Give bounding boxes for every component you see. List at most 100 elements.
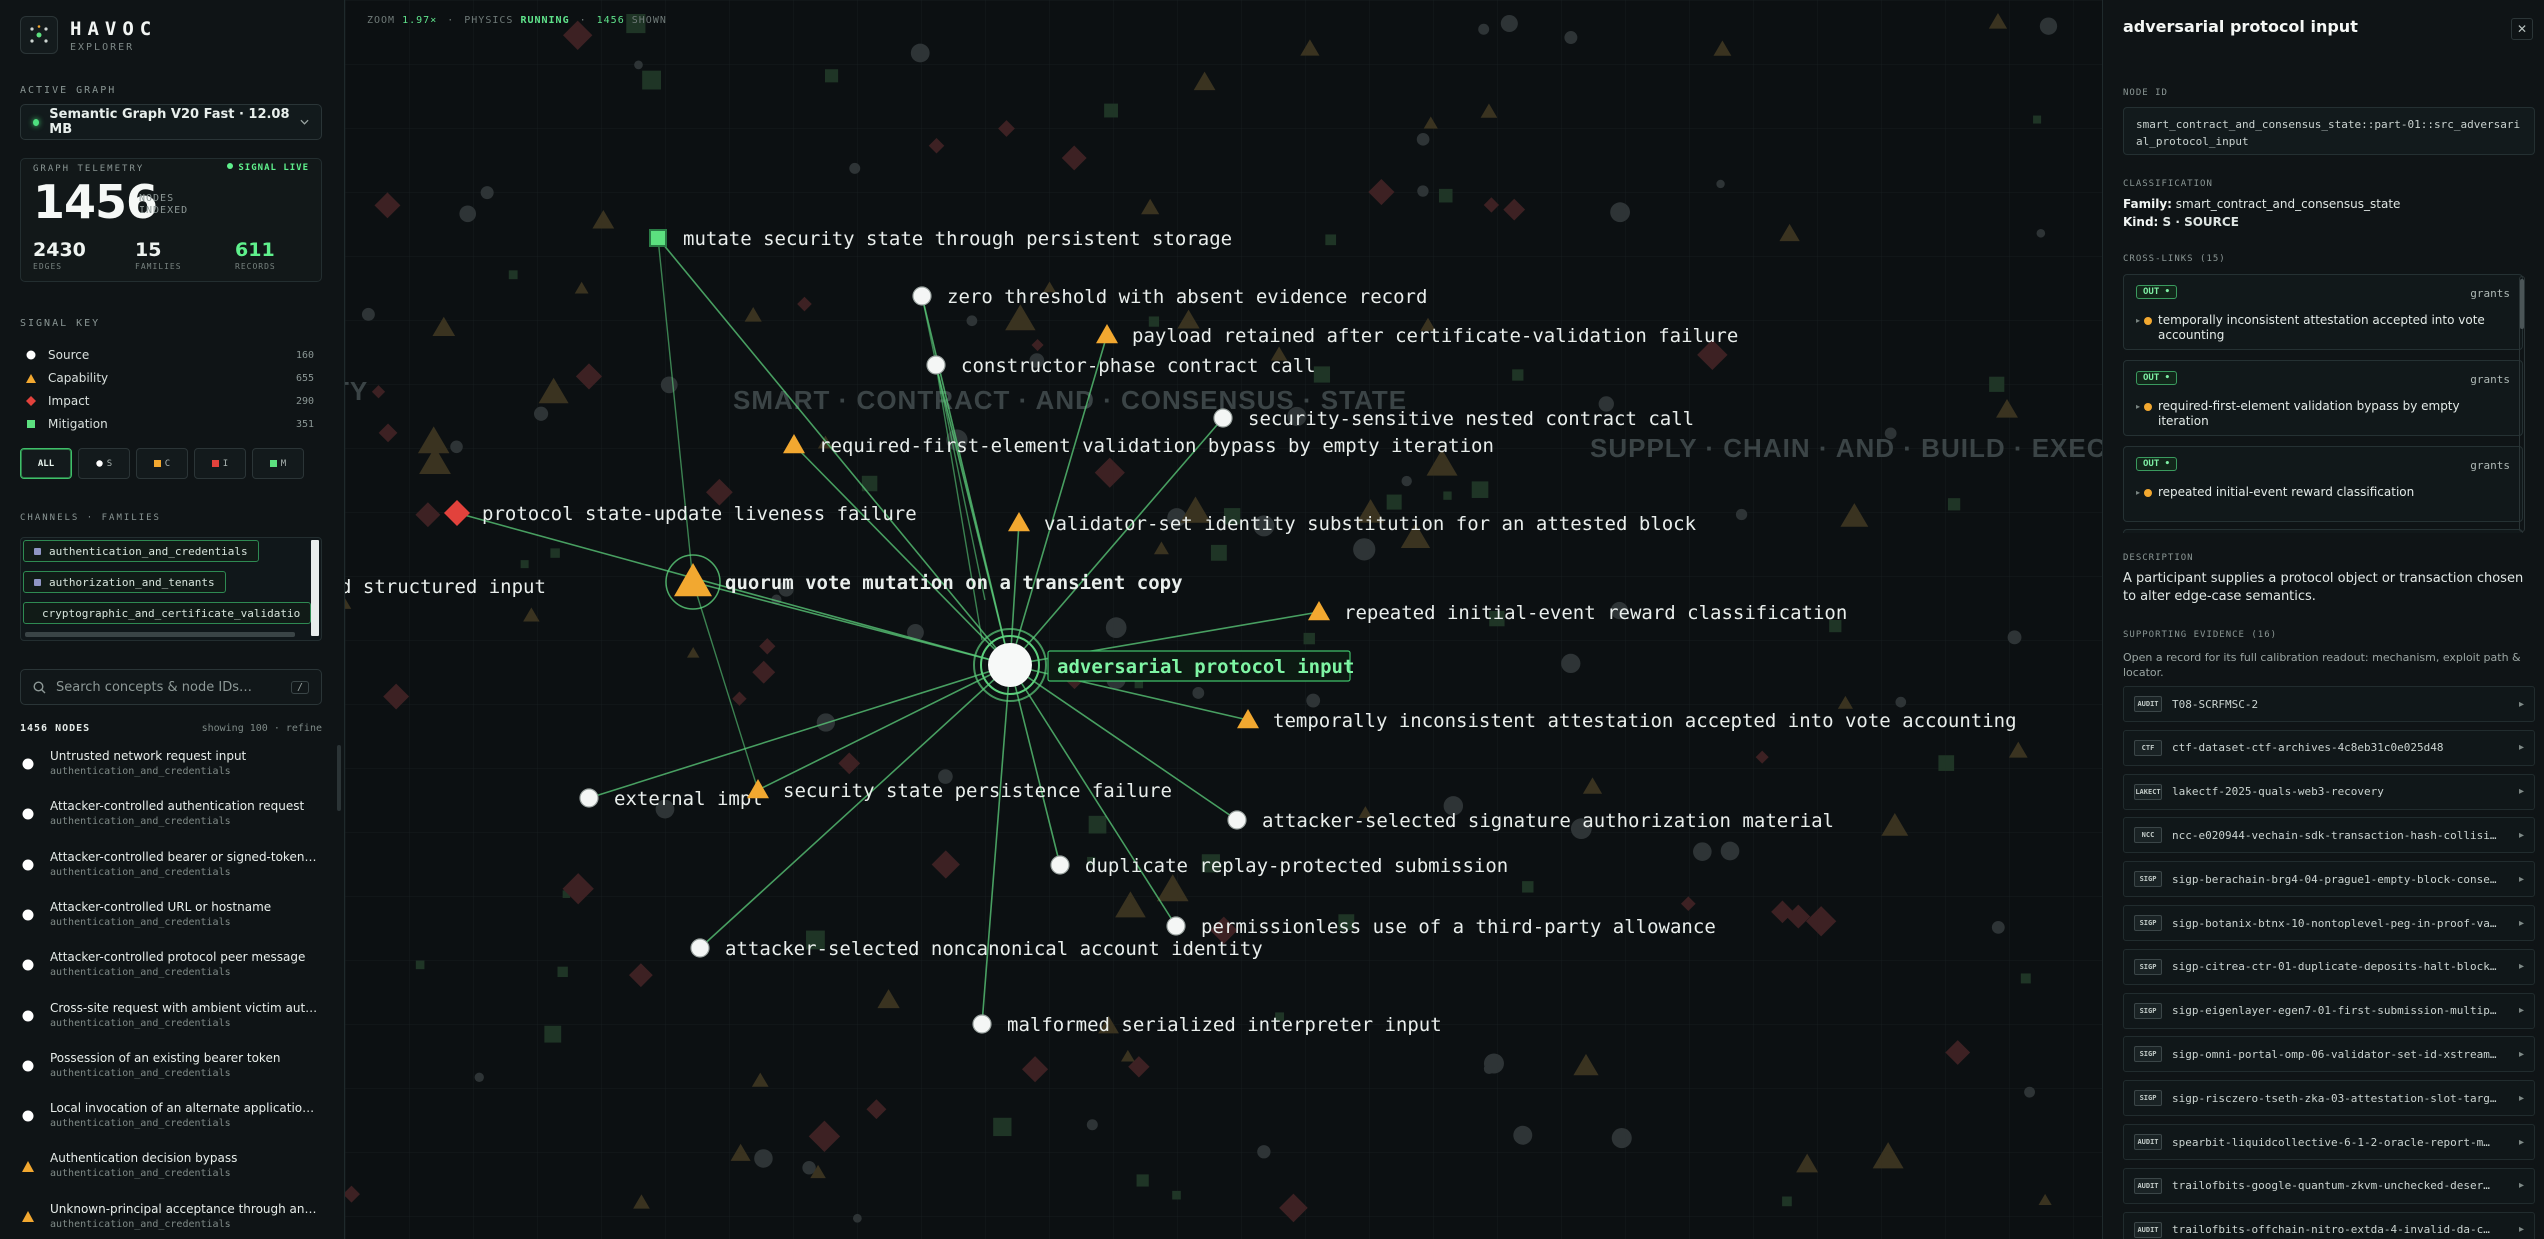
filter-mitigation-label: M <box>280 458 287 469</box>
filter-all-button[interactable]: ALL <box>20 448 72 479</box>
evidence-tag: AUDIT <box>2134 1177 2162 1194</box>
source-node[interactable] <box>1050 855 1070 875</box>
background-node <box>1306 693 1321 708</box>
source-node[interactable] <box>690 938 710 958</box>
crosslinks-scroll-thumb[interactable] <box>2520 279 2524 329</box>
signal-key-label: SIGNAL KEY <box>20 318 101 329</box>
node-label[interactable]: constructor-phase contract call <box>961 355 1316 377</box>
graph-select[interactable]: Semantic Graph V20 Fast · 12.08 MB <box>20 104 322 140</box>
node-list-item[interactable]: Attacker-controlled URL or hostname authe… <box>20 900 320 950</box>
node-list-item[interactable]: Untrusted network request input authentic… <box>20 749 320 799</box>
node-label[interactable]: validator-set identity substitution for … <box>1044 513 1697 535</box>
evidence-record[interactable]: AUDIT T08-SCRFMSC-2 ▸ <box>2123 686 2535 722</box>
key-impact[interactable]: Impact 290 <box>24 394 314 408</box>
channel-chip[interactable]: authorization_and_tenants <box>23 571 226 593</box>
node-list-item[interactable]: Attacker-controlled protocol peer messag… <box>20 950 320 1000</box>
crosslink-card[interactable]: OUT • grants ▸ required-first-element va… <box>2123 360 2523 436</box>
channel-chip[interactable]: authentication_and_credentials <box>23 540 259 562</box>
filter-source-button[interactable]: S <box>78 448 130 479</box>
background-node <box>1947 498 1961 511</box>
channels-scrollbar[interactable] <box>25 632 295 637</box>
source-node[interactable] <box>1166 916 1186 936</box>
key-mitigation[interactable]: Mitigation 351 <box>24 417 314 431</box>
node-list-item[interactable]: Local invocation of an alternate applica… <box>20 1101 320 1151</box>
selected-source-node[interactable] <box>988 643 1032 687</box>
channels-vscroll[interactable] <box>311 540 319 636</box>
key-capability[interactable]: Capability 655 <box>24 371 314 385</box>
node-label[interactable]: quorum vote mutation on a transient copy <box>725 572 1183 594</box>
close-button[interactable]: ✕ <box>2511 18 2533 40</box>
evidence-record[interactable]: CTF ctf-dataset-ctf-archives-4c8eb31c0e02… <box>2123 729 2535 766</box>
source-node[interactable] <box>926 355 946 375</box>
evidence-record[interactable]: AUDIT trailofbits-offchain-nitro-extda-4-… <box>2123 1211 2535 1239</box>
channel-swatch-icon <box>34 578 41 586</box>
node-list-showing[interactable]: showing 100 · refine <box>202 723 322 734</box>
evidence-record[interactable]: NCC ncc-e020944-vechain-sdk-transaction-h… <box>2123 817 2535 854</box>
source-node[interactable] <box>579 788 599 808</box>
node-label[interactable]: repeated initial-event reward classifica… <box>1344 602 1847 624</box>
evidence-record[interactable]: SIGP sigp-berachain-brg4-04-prague1-empty… <box>2123 861 2535 898</box>
background-node <box>1210 544 1227 561</box>
channel-chip[interactable]: cryptographic_and_certificate_validatio <box>23 602 311 624</box>
node-label[interactable]: temporally inconsistent attestation acce… <box>1273 710 2017 732</box>
evidence-record[interactable]: AUDIT spearbit-liquidcollective-6-1-2-ora… <box>2123 1124 2535 1160</box>
filter-impact-button[interactable]: I <box>194 448 246 479</box>
node-label[interactable]: external impl <box>614 788 763 810</box>
node-label[interactable]: mutate security state through persistent… <box>683 228 1232 250</box>
key-source[interactable]: Source 160 <box>24 348 314 362</box>
node-label[interactable]: required-first-element validation bypass… <box>819 435 1494 457</box>
circle-icon <box>96 460 103 467</box>
graph-svg[interactable]: SMART · CONTRACT · AND · CONSENSUS · STA… <box>345 0 2102 1239</box>
node-list-item-family: authentication_and_credentials <box>50 1168 231 1180</box>
node-list-item[interactable]: Authentication decision bypass authentica… <box>20 1151 320 1201</box>
node-label[interactable]: duplicate replay-protected submission <box>1085 855 1508 877</box>
node-label[interactable]: payload retained after certificate-valid… <box>1132 325 1738 347</box>
crosslink-card[interactable]: OUT • grants ▸ repeated initial-event re… <box>2123 446 2523 522</box>
evidence-record[interactable]: SIGP sigp-risczero-tseth-zka-03-attestati… <box>2123 1080 2535 1117</box>
node-id-value[interactable]: smart_contract_and_consensus_state::part… <box>2123 107 2535 155</box>
node-label[interactable]: attacker-selected noncanonical account i… <box>725 938 1263 960</box>
node-list-item[interactable]: Cross-site request with ambient victim a… <box>20 1001 320 1051</box>
node-label[interactable]: security-sensitive nested contract call <box>1248 408 1694 430</box>
evidence-record[interactable]: LAKECT lakectf-2025-quals-web3-recovery ▸ <box>2123 773 2535 810</box>
node-label[interactable]: d structured input <box>345 576 546 598</box>
selected-node-label[interactable]: adversarial protocol input <box>1057 656 1354 678</box>
crosslink-card[interactable]: OUT • grants ▸ temporally inconsistent a… <box>2123 274 2523 350</box>
evidence-record[interactable]: SIGP sigp-omni-portal-omp-06-validator-se… <box>2123 1036 2535 1073</box>
evidence-record[interactable]: AUDIT trailofbits-google-quantum-zkvm-unc… <box>2123 1167 2535 1204</box>
source-node[interactable] <box>972 1014 992 1034</box>
node-label[interactable]: security state persistence failure <box>783 780 1172 802</box>
node-label[interactable]: attacker-selected signature authorizatio… <box>1262 810 1834 832</box>
node-list-item[interactable]: Unknown-principal acceptance through an … <box>20 1202 320 1239</box>
search-box[interactable]: Search concepts & node IDs… / <box>20 669 322 705</box>
background-node <box>361 307 375 321</box>
node-list-header: 1456 NODES showing 100 · refine <box>20 723 322 734</box>
graph-canvas[interactable]: SMART · CONTRACT · AND · CONSENSUS · STA… <box>345 0 2102 1239</box>
chevron-right-icon: ▸ <box>2518 1092 2524 1104</box>
node-list-item[interactable]: Attacker-controlled authentication reque… <box>20 799 320 849</box>
chevron-right-icon: ▸ <box>2518 1224 2524 1236</box>
node-list-item[interactable]: Possession of an existing bearer token au… <box>20 1051 320 1101</box>
node-label[interactable]: permissionless use of a third-party allo… <box>1201 916 1716 938</box>
search-input[interactable]: Search concepts & node IDs… <box>56 680 252 695</box>
mitigation-node[interactable] <box>649 229 667 247</box>
evidence-record[interactable]: SIGP sigp-eigenlayer-egen7-01-first-submi… <box>2123 992 2535 1029</box>
evidence-record[interactable]: SIGP sigp-botanix-btnx-10-nontoplevel-peg… <box>2123 905 2535 941</box>
node-label[interactable]: protocol state-update liveness failure <box>482 503 917 525</box>
filter-capability-button[interactable]: C <box>136 448 188 479</box>
filter-mitigation-button[interactable]: M <box>252 448 304 479</box>
source-node[interactable] <box>1227 810 1247 830</box>
crosslinks-scrollbar[interactable] <box>2519 276 2525 532</box>
node-label[interactable]: zero threshold with absent evidence reco… <box>947 286 1427 308</box>
node-label[interactable]: malformed serialized interpreter input <box>1007 1014 1442 1036</box>
background-node <box>415 960 425 970</box>
node-list-scrollbar[interactable] <box>337 745 341 811</box>
background-node <box>1561 653 1581 674</box>
node-list-item[interactable]: Attacker-controlled bearer or signed-tok… <box>20 850 320 900</box>
crosslink-card[interactable] <box>2123 529 2523 533</box>
source-node[interactable] <box>1213 408 1233 428</box>
evidence-record[interactable]: SIGP sigp-citrea-ctr-01-duplicate-deposit… <box>2123 948 2535 985</box>
evidence-name: sigp-citrea-ctr-01-duplicate-deposits-ha… <box>2172 960 2497 974</box>
source-node[interactable] <box>912 286 932 306</box>
signal-live-badge: SIGNAL LIVE <box>227 163 309 173</box>
